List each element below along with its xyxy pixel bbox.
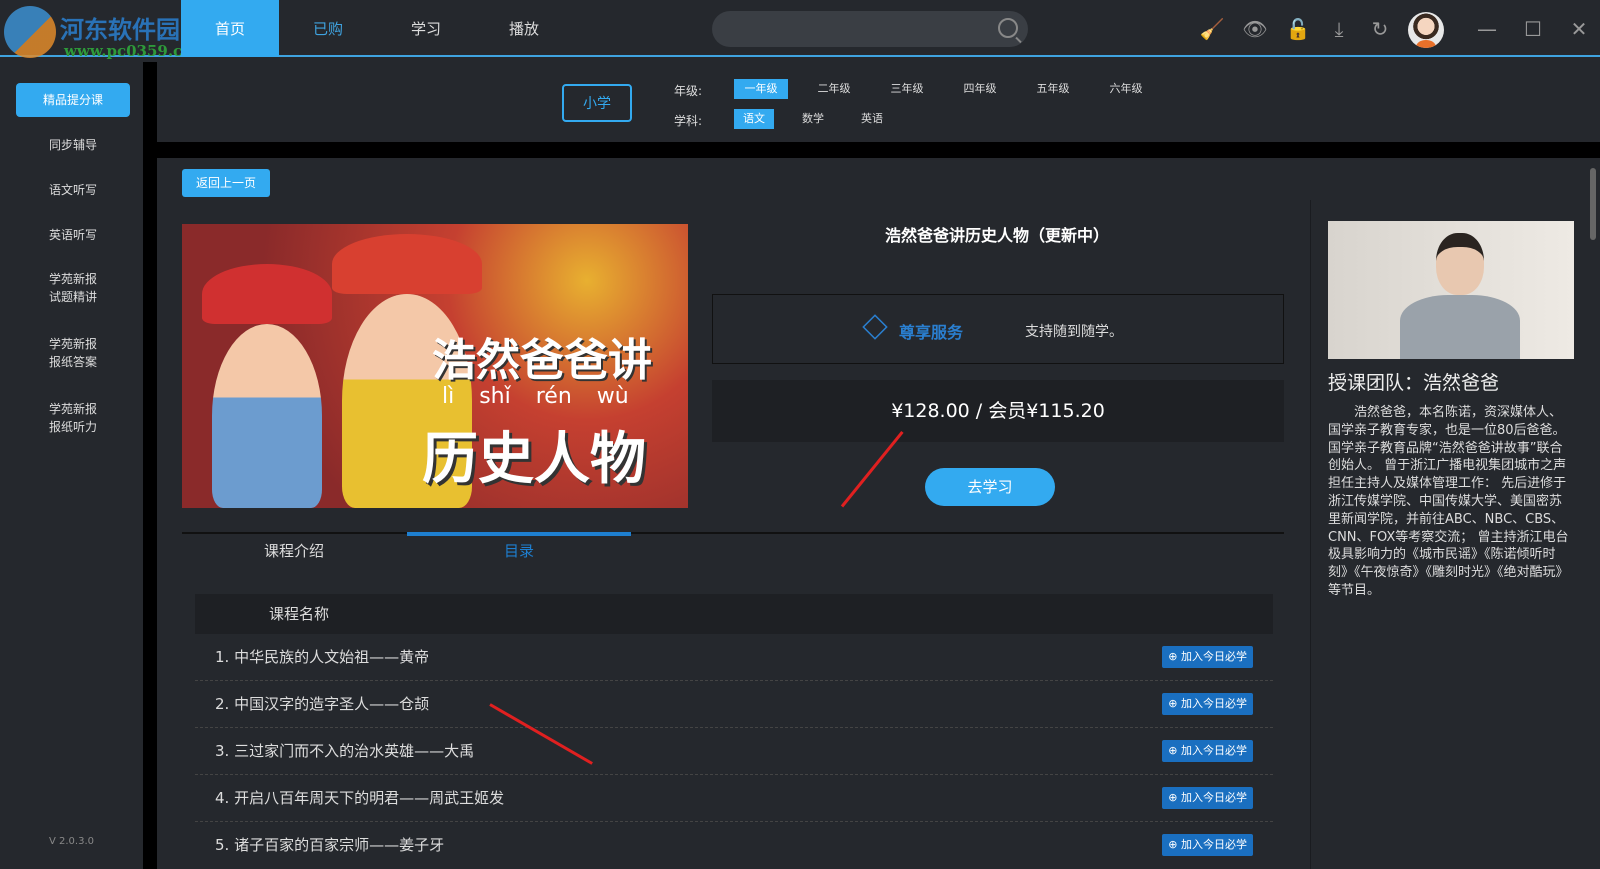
broom-icon[interactable]: 🧹 — [1199, 16, 1225, 42]
teacher-photo — [1328, 221, 1574, 359]
nav-tab-home[interactable]: 首页 — [181, 0, 279, 57]
user-avatar[interactable] — [1408, 12, 1444, 48]
banner-pinyin: lì shǐ rén wù — [442, 384, 629, 409]
course-title: 浩然爸爸讲历史人物（更新中） — [884, 226, 1109, 245]
watermark-logo: 河东软件园 www.pc0359.cn — [4, 4, 194, 60]
sidebar-item-english-dictation[interactable]: 英语听写 — [16, 226, 130, 244]
subject-option[interactable]: 英语 — [852, 109, 892, 129]
sidebar-item-premium[interactable]: 精品提分课 — [16, 83, 130, 117]
nav-tab-purchased[interactable]: 已购 — [279, 0, 377, 57]
nav-tab-study[interactable]: 学习 — [377, 0, 475, 57]
banner-title: 浩然爸爸讲 — [432, 335, 652, 386]
lesson-title[interactable]: 1. 中华民族的人文始祖——黄帝 — [215, 648, 429, 666]
lesson-title[interactable]: 4. 开启八百年周天下的明君——周武王姬发 — [215, 789, 504, 807]
active-tab-indicator — [407, 532, 631, 536]
unlock-icon[interactable]: 🔓 — [1285, 16, 1311, 42]
subject-label: 学科: — [674, 114, 703, 128]
sidebar-item-answers[interactable]: 学苑新报 报纸答案 — [16, 335, 130, 371]
close-icon[interactable]: ✕ — [1566, 16, 1592, 42]
grade-option[interactable]: 四年级 — [953, 79, 1007, 99]
search-icon[interactable] — [998, 18, 1018, 38]
list-item[interactable]: 1. 中华民族的人文始祖——黄帝 ⊕ 加入今日必学 — [195, 634, 1273, 681]
nav-tab-play[interactable]: 播放 — [475, 0, 573, 57]
teacher-name: 授课团队：浩然爸爸 — [1328, 372, 1500, 394]
list-header: 课程名称 — [195, 594, 1273, 634]
download-icon[interactable]: ⤓ — [1326, 16, 1352, 42]
divider — [157, 142, 1600, 158]
lesson-title[interactable]: 5. 诸子百家的百家宗师——姜子牙 — [215, 836, 444, 854]
lesson-title[interactable]: 2. 中国汉字的造字圣人——仓颉 — [215, 695, 429, 713]
service-box: 尊享服务 支持随到随学。 — [712, 294, 1284, 364]
filter-bar — [157, 62, 1600, 142]
refresh-icon[interactable]: ↻ — [1367, 16, 1393, 42]
back-button[interactable]: 返回上一页 — [182, 169, 270, 197]
divider — [143, 62, 157, 869]
teacher-bio: 浩然爸爸，本名陈诺，资深媒体人、国学亲子教育专家，也是一位80后爸爸。 国学亲子… — [1328, 405, 1569, 598]
maximize-icon[interactable]: ☐ — [1520, 16, 1546, 42]
divider — [1310, 200, 1311, 869]
service-label: 尊享服务 — [899, 323, 964, 342]
add-today-button[interactable]: ⊕ 加入今日必学 — [1162, 787, 1253, 809]
grade-option[interactable]: 六年级 — [1099, 79, 1153, 99]
grade-option[interactable]: 一年级 — [734, 79, 788, 99]
grade-option[interactable]: 二年级 — [807, 79, 861, 99]
sidebar: 精品提分课 同步辅导 语文听写 英语听写 学苑新报 试题精讲 学苑新报 报纸答案… — [0, 59, 143, 869]
eye-icon[interactable]: 👁 — [1242, 16, 1268, 42]
list-item[interactable]: 4. 开启八百年周天下的明君——周武王姬发 ⊕ 加入今日必学 — [195, 775, 1273, 822]
go-study-button[interactable]: 去学习 — [925, 468, 1055, 506]
version-label: V 2.0.3.0 — [48, 836, 94, 847]
search-input[interactable] — [712, 11, 1028, 47]
sidebar-item-chinese-dictation[interactable]: 语文听写 — [16, 181, 130, 199]
grade-option[interactable]: 五年级 — [1026, 79, 1080, 99]
add-today-button[interactable]: ⊕ 加入今日必学 — [1162, 740, 1253, 762]
tab-bar — [182, 532, 1284, 534]
diamond-icon — [862, 314, 888, 340]
tab-intro[interactable]: 课程介绍 — [182, 540, 406, 561]
sidebar-item-exam[interactable]: 学苑新报 试题精讲 — [16, 270, 130, 306]
scrollbar[interactable] — [1590, 168, 1596, 240]
subject-option[interactable]: 数学 — [793, 109, 833, 129]
sidebar-item-listening[interactable]: 学苑新报 报纸听力 — [16, 400, 130, 436]
add-today-button[interactable]: ⊕ 加入今日必学 — [1162, 693, 1253, 715]
lesson-title[interactable]: 3. 三过家门而不入的治水英雄——大禹 — [215, 742, 474, 760]
tab-catalog[interactable]: 目录 — [407, 540, 631, 561]
grade-label: 年级: — [674, 84, 703, 98]
watermark-url: www.pc0359.cn — [64, 42, 194, 60]
service-desc: 支持随到随学。 — [1025, 324, 1123, 340]
list-item[interactable]: 3. 三过家门而不入的治水英雄——大禹 ⊕ 加入今日必学 — [195, 728, 1273, 775]
watermark-text: 河东软件园 — [60, 16, 180, 44]
list-item[interactable]: 5. 诸子百家的百家宗师——姜子牙 ⊕ 加入今日必学 — [195, 822, 1273, 869]
list-item[interactable]: 2. 中国汉字的造字圣人——仓颉 ⊕ 加入今日必学 — [195, 681, 1273, 728]
subject-option[interactable]: 语文 — [734, 109, 774, 129]
add-today-button[interactable]: ⊕ 加入今日必学 — [1162, 646, 1253, 668]
level-button[interactable]: 小学 — [562, 84, 632, 122]
minimize-icon[interactable]: — — [1474, 16, 1500, 42]
course-banner-image: 浩然爸爸讲 lì shǐ rén wù 历史人物 — [182, 224, 688, 508]
banner-subtitle: 历史人物 — [422, 427, 646, 492]
add-today-button[interactable]: ⊕ 加入今日必学 — [1162, 834, 1253, 856]
price: ¥128.00 / 会员¥115.20 — [712, 380, 1284, 442]
sidebar-item-sync[interactable]: 同步辅导 — [16, 136, 130, 154]
grade-option[interactable]: 三年级 — [880, 79, 934, 99]
